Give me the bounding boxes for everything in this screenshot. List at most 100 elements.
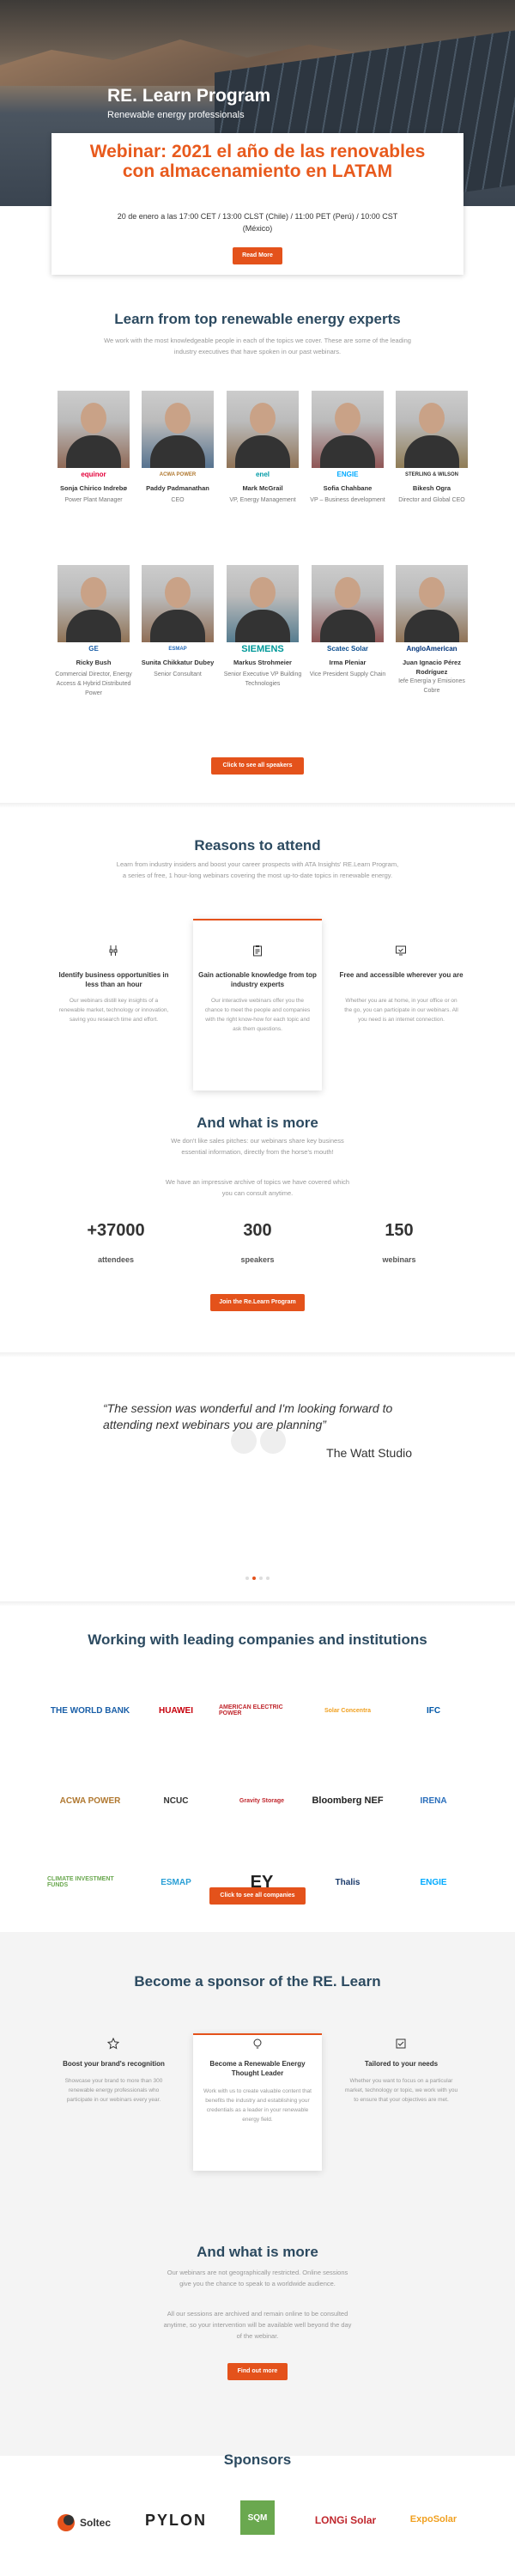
sponsor-card-accent-bar — [193, 2033, 322, 2035]
more-title: And what is more — [197, 1115, 318, 1131]
speaker-photo — [312, 391, 384, 468]
hero-subtitle: Renewable energy professionals — [107, 110, 245, 120]
carousel-dot[interactable] — [252, 1577, 256, 1580]
speaker-photo — [58, 565, 130, 642]
find-out-more-button[interactable]: Find out more — [227, 2363, 288, 2380]
section-divider-2 — [0, 1352, 515, 1358]
company-logo: ENGIE — [420, 1877, 447, 1887]
page: RE. Learn Program Renewable energy profe… — [0, 0, 515, 2576]
speaker-name: Markus Strohmeier — [233, 659, 292, 666]
testimonial-text: “The session was wonderful and I'm looki… — [103, 1401, 393, 1431]
reason-3-title: Free and accessible wherever you are — [339, 971, 464, 979]
more2-desc-1: Our webinars are not geographically rest… — [167, 2269, 348, 2287]
speaker-photo — [142, 391, 214, 468]
speaker-role: VP – Business development — [310, 497, 385, 503]
star-icon — [106, 2037, 120, 2050]
reason-2-title: Gain actionable knowledge from top indus… — [198, 971, 317, 988]
company-logo: IFC — [426, 1705, 441, 1716]
section-divider-3 — [0, 1601, 515, 1607]
speaker-name: Mark McGrail — [242, 484, 283, 492]
company-logo: NCUC — [163, 1795, 189, 1806]
company-logo: Thalis — [335, 1877, 360, 1887]
speaker-role: Iefe Energía y Emisiones Cobre — [398, 678, 465, 694]
speaker-shoulders — [235, 435, 290, 468]
company-logo: CLIMATE INVESTMENT FUNDS — [47, 1876, 114, 1888]
company-logo: ESMAP — [168, 647, 187, 652]
sponsor-logo-pylon: PYLON — [144, 2512, 207, 2529]
sponsor-2-desc: Work with us to create valuable content … — [203, 2088, 312, 2123]
reason-1-title: Identify business opportunities in less … — [58, 971, 169, 988]
sponsor-3-desc: Whether you want to focus on a particula… — [344, 2078, 458, 2103]
see-all-companies-button[interactable]: Click to see all companies — [209, 1887, 306, 1905]
company-logo: HUAWEI — [159, 1705, 193, 1716]
sponsor-logo-text: SQM — [247, 2512, 268, 2523]
sponsor-logo-soltec: Soltec — [56, 2506, 133, 2540]
speaker-role: CEO — [171, 497, 185, 503]
sponsor-1-title: Boost your brand's recognition — [63, 2060, 165, 2068]
monitor-check-icon — [395, 945, 407, 957]
speaker-name: Paddy Padmanathan — [146, 484, 209, 492]
company-logo: THE WORLD BANK — [50, 1705, 130, 1716]
more2-title: And what is more — [197, 2244, 318, 2260]
stat-webinars-number: 150 — [385, 1221, 414, 1240]
speaker-silhouette — [165, 403, 191, 434]
sponsor-3-title: Tailored to your needs — [364, 2060, 439, 2068]
company-logo: GE — [88, 645, 99, 653]
join-program-button[interactable]: Join the Re.Learn Program — [210, 1294, 305, 1311]
speaker-silhouette — [81, 403, 106, 434]
speaker-silhouette — [335, 403, 360, 434]
speaker-silhouette — [335, 577, 360, 608]
webinar-card: Webinar: 2021 el año de las renovables c… — [52, 133, 464, 275]
speaker-photo — [58, 391, 130, 468]
company-logo: AMERICAN ELECTRIC POWER — [219, 1704, 283, 1716]
company-logo: Scatec Solar — [326, 645, 369, 653]
reason-2-desc: Our interactive webinars offer you the c… — [204, 998, 311, 1032]
testimonial-author: The Watt Studio — [326, 1446, 412, 1460]
company-logo: ESMAP — [161, 1877, 191, 1887]
more2-desc-2: All our sessions are archived and remain… — [163, 2310, 352, 2340]
company-logo: ACWA POWER — [59, 1795, 121, 1806]
speaker-role: Power Plant Manager — [64, 497, 123, 503]
read-more-button[interactable]: Read More — [233, 247, 282, 264]
experts-title: Learn from top renewable energy experts — [114, 311, 401, 327]
section-divider — [0, 803, 515, 808]
sponsor-logo-text: Soltec — [80, 2517, 112, 2529]
company-logo: IRENA — [420, 1795, 447, 1806]
speaker-silhouette — [250, 577, 276, 608]
speaker-role: Vice President Supply Chain — [309, 671, 386, 677]
speaker-photo — [396, 391, 468, 468]
carousel-dots[interactable] — [240, 1577, 275, 1582]
speaker-role: VP, Energy Management — [229, 497, 296, 503]
webinar-time: 20 de enero a las 17:00 CET / 13:00 CLST… — [117, 212, 398, 233]
cables-icon — [107, 945, 119, 957]
carousel-dot[interactable] — [266, 1577, 270, 1580]
lightbulb-icon — [251, 2038, 264, 2050]
speaker-photo — [142, 565, 214, 642]
speaker-photo — [227, 391, 299, 468]
speaker-shoulders — [66, 435, 121, 468]
carousel-dot[interactable] — [259, 1577, 263, 1580]
speaker-silhouette — [419, 403, 445, 434]
stat-webinars-label: webinars — [382, 1255, 416, 1264]
sponsors-title: Sponsors — [223, 2451, 292, 2468]
company-logo: equinor — [81, 471, 106, 478]
company-logo: ENGIE — [336, 471, 359, 478]
reasons-title: Reasons to attend — [194, 837, 321, 854]
sponsor-2-title: Become a Renewable Energy Thought Leader — [209, 2060, 306, 2077]
sponsor-1-desc: Showcase your brand to more than 300 ren… — [64, 2078, 163, 2103]
checklist-icon — [395, 2038, 407, 2050]
more-desc-1: We don't like sales pitches: our webinar… — [171, 1137, 344, 1156]
sponsor-title: Become a sponsor of the RE. Learn — [134, 1973, 381, 1990]
company-logo: Solar Concentra — [324, 1707, 372, 1714]
company-logo: STERLING & WILSON — [405, 472, 458, 477]
see-all-speakers-button[interactable]: Click to see all speakers — [211, 757, 304, 775]
carousel-dot[interactable] — [245, 1577, 249, 1580]
speaker-name: Irma Pleniar — [329, 659, 367, 666]
stat-attendees-number: +37000 — [87, 1221, 145, 1240]
speaker-silhouette — [250, 403, 276, 434]
more-desc-2: We have an impressive archive of topics … — [165, 1178, 350, 1197]
speaker-shoulders — [320, 435, 375, 468]
speaker-shoulders — [66, 610, 121, 642]
speaker-shoulders — [320, 610, 375, 642]
company-logo: enel — [255, 471, 270, 478]
